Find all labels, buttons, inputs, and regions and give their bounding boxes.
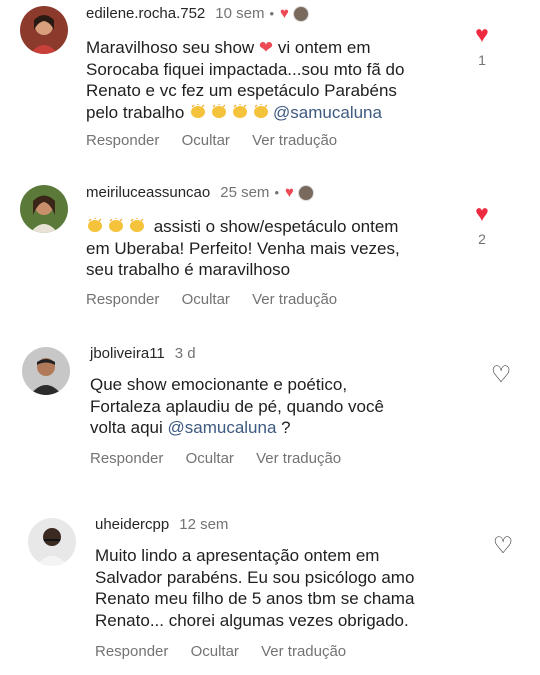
see-translation-button[interactable]: Ver tradução: [252, 291, 337, 308]
hide-button[interactable]: Ocultar: [186, 450, 234, 467]
see-translation-button[interactable]: Ver tradução: [256, 450, 341, 467]
like-control: ♥ 2: [467, 201, 497, 247]
username[interactable]: jboliveira11: [90, 345, 165, 362]
heart-outline-icon[interactable]: ♡: [486, 362, 516, 386]
mention-link[interactable]: @samucaluna: [273, 103, 382, 122]
username[interactable]: edilene.rocha.752: [86, 5, 205, 22]
clapping-hands-icon: [86, 217, 149, 236]
reply-button[interactable]: Responder: [86, 132, 159, 149]
avatar[interactable]: [20, 185, 68, 233]
see-translation-button[interactable]: Ver tradução: [252, 132, 337, 149]
comment-text: Que show emocionante e poético, Fortalez…: [90, 375, 384, 437]
comment-text: Muito lindo a apresentação ontem em Salv…: [95, 546, 415, 630]
comment-actions: Responder Ocultar Ver tradução: [86, 132, 355, 149]
heart-filled-icon[interactable]: ♥: [467, 22, 497, 46]
reply-button[interactable]: Responder: [86, 291, 159, 308]
comment-header: jboliveira11 3 d: [90, 345, 196, 362]
hide-button[interactable]: Ocultar: [182, 291, 230, 308]
hide-button[interactable]: Ocultar: [191, 643, 239, 660]
username[interactable]: uheidercpp: [95, 516, 169, 533]
separator-dot: •: [274, 185, 279, 200]
comment-text: assisti o show/espetáculo ontem em Ubera…: [86, 217, 400, 279]
comment-text: Maravilhoso seu show ❤ vi ontem em Soroc…: [86, 38, 405, 122]
like-control: ♥ 1: [467, 22, 497, 68]
like-control: ♡: [486, 362, 516, 386]
creator-liked-heart-icon: ♥: [285, 184, 294, 201]
comment-header: edilene.rocha.752 10 sem • ♥: [86, 5, 309, 22]
timestamp: 3 d: [174, 345, 196, 362]
see-translation-button[interactable]: Ver tradução: [261, 643, 346, 660]
like-count[interactable]: 1: [467, 52, 497, 68]
red-heart-emoji: ❤: [258, 38, 274, 57]
creator-avatar: [297, 184, 314, 201]
timestamp: 12 sem: [179, 516, 229, 533]
comment-actions: Responder Ocultar Ver tradução: [86, 291, 355, 308]
mention-link[interactable]: @samucaluna: [168, 418, 277, 437]
creator-avatar: [292, 5, 309, 22]
heart-outline-icon[interactable]: ♡: [488, 533, 518, 557]
comment-header: meiriluceassuncao 25 sem • ♥: [86, 184, 314, 201]
heart-filled-icon[interactable]: ♥: [467, 201, 497, 225]
avatar[interactable]: [28, 518, 76, 566]
comment-header: uheidercpp 12 sem: [95, 516, 228, 533]
avatar[interactable]: [22, 347, 70, 395]
comment-actions: Responder Ocultar Ver tradução: [95, 643, 364, 660]
like-count[interactable]: 2: [467, 231, 497, 247]
username[interactable]: meiriluceassuncao: [86, 184, 210, 201]
clapping-hands-icon: [189, 103, 273, 122]
comment-actions: Responder Ocultar Ver tradução: [90, 450, 359, 467]
hide-button[interactable]: Ocultar: [182, 132, 230, 149]
separator-dot: •: [269, 6, 275, 21]
reply-button[interactable]: Responder: [90, 450, 163, 467]
avatar[interactable]: [20, 6, 68, 54]
like-control: ♡: [488, 533, 518, 557]
timestamp: 25 sem: [220, 184, 270, 201]
reply-button[interactable]: Responder: [95, 643, 168, 660]
timestamp: 10 sem: [215, 5, 265, 22]
creator-liked-heart-icon: ♥: [280, 5, 289, 22]
